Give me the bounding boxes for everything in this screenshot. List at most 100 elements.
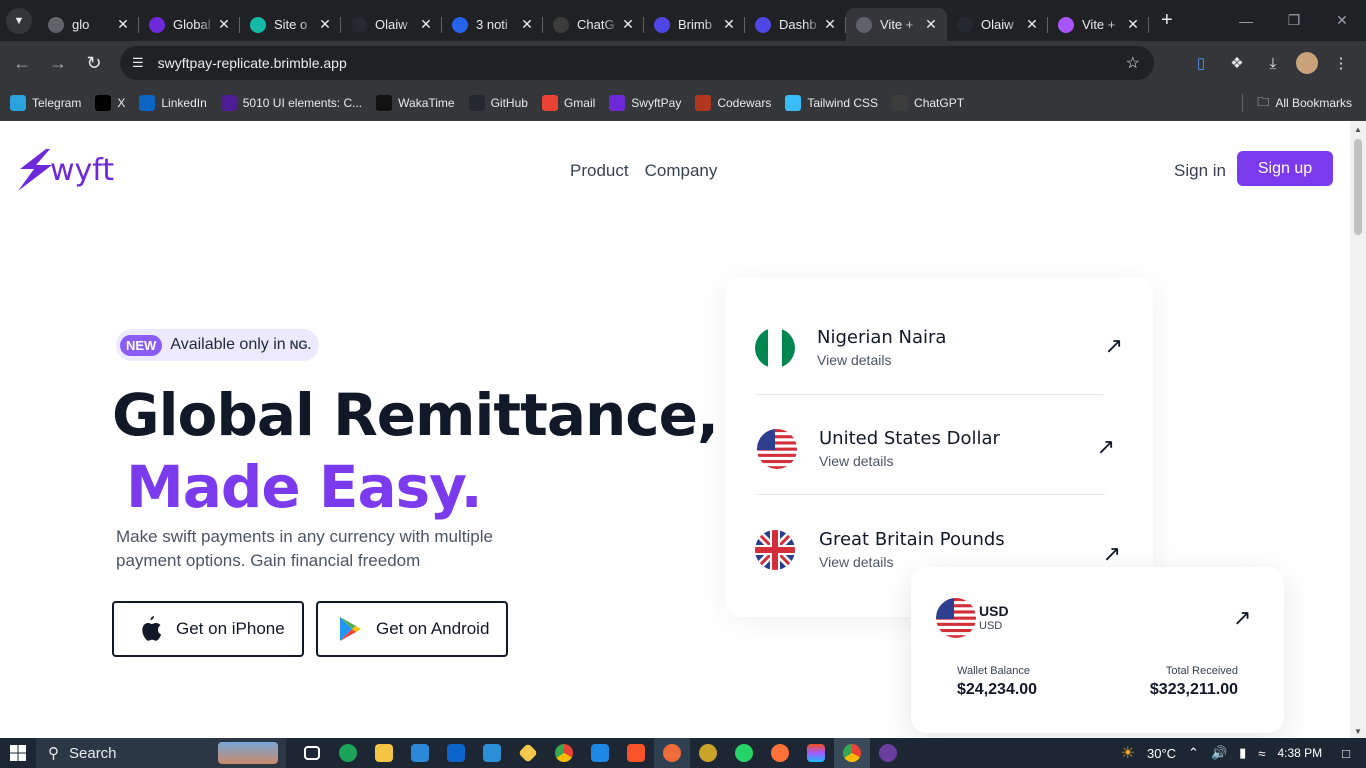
- bookmark-item[interactable]: ChatGPT: [892, 94, 964, 111]
- browser-tab[interactable]: Site o ✕: [240, 8, 341, 41]
- media-player-icon[interactable]: [870, 738, 906, 768]
- close-window-button[interactable]: ✕: [1318, 0, 1366, 41]
- nav-company[interactable]: Company: [645, 161, 718, 181]
- bookmark-item[interactable]: SwyftPay: [609, 94, 681, 111]
- tray-chevron-icon[interactable]: ⌃: [1188, 745, 1199, 761]
- extensions-puzzle-icon[interactable]: ❖: [1224, 46, 1250, 80]
- bookmark-item[interactable]: WakaTime: [376, 94, 455, 111]
- browser-tab[interactable]: 3 noti ✕: [442, 8, 543, 41]
- bookmark-item[interactable]: Telegram: [10, 94, 81, 111]
- browser-tab[interactable]: Vite + ✕: [846, 8, 947, 41]
- temperature[interactable]: 30°C: [1147, 746, 1176, 761]
- vscode-icon[interactable]: [582, 738, 618, 768]
- close-tab-icon[interactable]: ✕: [1125, 16, 1141, 33]
- address-bar[interactable]: ☰ swyftpay-replicate.brimble.app ☆: [120, 46, 1154, 80]
- scrollbar-thumb[interactable]: [1354, 139, 1362, 235]
- reload-button[interactable]: ↻: [76, 45, 112, 81]
- scroll-up-arrow[interactable]: ▲: [1354, 125, 1362, 134]
- close-tab-icon[interactable]: ✕: [721, 16, 737, 33]
- get-on-android-button[interactable]: Get on Android: [316, 601, 508, 657]
- currency-item-usd[interactable]: United States Dollar View details ↗: [757, 428, 1117, 469]
- download-icon[interactable]: ⤓: [1260, 46, 1286, 80]
- profile-avatar[interactable]: [1296, 52, 1318, 74]
- minimize-button[interactable]: —: [1222, 0, 1270, 41]
- battery-icon[interactable]: ▮: [1239, 745, 1246, 761]
- close-tab-icon[interactable]: ✕: [519, 16, 535, 33]
- browser-tab[interactable]: Brimb ✕: [644, 8, 745, 41]
- file-explorer-icon[interactable]: [366, 738, 402, 768]
- postman-icon[interactable]: [654, 738, 690, 768]
- whatsapp-icon[interactable]: [726, 738, 762, 768]
- todo-icon[interactable]: [474, 738, 510, 768]
- bookmark-item[interactable]: 5010 UI elements: C...: [220, 94, 362, 111]
- all-bookmarks-button[interactable]: 🗀 All Bookmarks: [1242, 85, 1352, 121]
- bookmark-item[interactable]: Gmail: [541, 94, 595, 111]
- signin-link[interactable]: Sign in: [1174, 161, 1226, 181]
- figma-icon[interactable]: [798, 738, 834, 768]
- arrow-up-right-icon[interactable]: ↗: [1097, 434, 1115, 460]
- volume-icon[interactable]: 🔊: [1211, 745, 1227, 761]
- browser-tab[interactable]: Olaiw ✕: [947, 8, 1048, 41]
- close-tab-icon[interactable]: ✕: [620, 16, 636, 33]
- store-icon[interactable]: [402, 738, 438, 768]
- site-info-icon[interactable]: ☰: [132, 55, 144, 71]
- bookmark-item[interactable]: LinkedIn: [139, 94, 207, 111]
- back-button[interactable]: ←: [4, 45, 40, 81]
- page-scrollbar[interactable]: ▲ ▼: [1350, 121, 1366, 738]
- arrow-up-right-icon[interactable]: ↗: [1103, 541, 1121, 567]
- wallet-card[interactable]: USD USD ↗ Wallet Balance $24,234.00 Tota…: [911, 567, 1284, 733]
- task-view-icon[interactable]: [294, 738, 330, 768]
- nav-product[interactable]: Product: [570, 161, 629, 181]
- signup-button[interactable]: Sign up: [1237, 151, 1333, 186]
- close-tab-icon[interactable]: ✕: [822, 16, 838, 33]
- mail-icon[interactable]: [438, 738, 474, 768]
- notifications-icon[interactable]: □: [1342, 746, 1350, 761]
- usa-flag-icon: [757, 428, 797, 469]
- weather-icon[interactable]: ☀: [1121, 743, 1135, 763]
- forward-button[interactable]: →: [40, 45, 76, 81]
- edge-icon[interactable]: [330, 738, 366, 768]
- bookmark-item[interactable]: Codewars: [695, 94, 771, 111]
- swyft-logo[interactable]: wyft: [16, 147, 114, 193]
- bookmark-star-icon[interactable]: ☆: [1126, 53, 1140, 73]
- close-tab-icon[interactable]: ✕: [216, 16, 232, 33]
- git-icon[interactable]: [510, 738, 546, 768]
- arrow-up-right-icon[interactable]: ↗: [1233, 605, 1251, 631]
- currency-item-gbp[interactable]: Great Britain Pounds View details ↗: [755, 529, 1121, 570]
- bookmark-item[interactable]: GitHub: [468, 94, 528, 111]
- arrow-up-right-icon[interactable]: ↗: [1105, 333, 1123, 359]
- close-tab-icon[interactable]: ✕: [923, 16, 939, 33]
- view-details-link[interactable]: View details: [819, 453, 1000, 469]
- extension-doc-icon[interactable]: ▯: [1188, 46, 1214, 80]
- menu-kebab-icon[interactable]: ⋮: [1328, 46, 1354, 80]
- view-details-link[interactable]: View details: [817, 352, 946, 368]
- windows-start-icon[interactable]: [0, 745, 36, 761]
- restore-button[interactable]: ❐: [1270, 0, 1318, 41]
- tab-search-button[interactable]: ▼: [6, 7, 32, 34]
- currency-item-ngn[interactable]: Nigerian Naira View details ↗: [755, 327, 1123, 368]
- browser-tab[interactable]: Olaiw ✕: [341, 8, 442, 41]
- tab-title: Site o: [274, 17, 308, 32]
- close-tab-icon[interactable]: ✕: [418, 16, 434, 33]
- close-tab-icon[interactable]: ✕: [115, 16, 131, 33]
- browser-tab[interactable]: glo ✕: [38, 8, 139, 41]
- chrome-active-icon[interactable]: [834, 738, 870, 768]
- bookmark-item[interactable]: Tailwind CSS: [785, 94, 878, 111]
- clock-time[interactable]: 4:38 PM: [1277, 746, 1322, 760]
- scroll-down-arrow[interactable]: ▼: [1354, 727, 1362, 736]
- browser-tab[interactable]: Global ✕: [139, 8, 240, 41]
- aladdin-icon[interactable]: [690, 738, 726, 768]
- close-tab-icon[interactable]: ✕: [1024, 16, 1040, 33]
- browser-tab[interactable]: Dashb ✕: [745, 8, 846, 41]
- chrome-icon[interactable]: [546, 738, 582, 768]
- new-tab-button[interactable]: +: [1161, 9, 1173, 32]
- taskbar-search[interactable]: ⚲ Search: [36, 738, 286, 768]
- browser-tab[interactable]: Vite + ✕: [1048, 8, 1149, 41]
- close-tab-icon[interactable]: ✕: [317, 16, 333, 33]
- firefox-icon[interactable]: [762, 738, 798, 768]
- browser-tab[interactable]: ChatG ✕: [543, 8, 644, 41]
- wifi-icon[interactable]: ≈: [1258, 746, 1265, 761]
- brave-icon[interactable]: [618, 738, 654, 768]
- bookmark-item[interactable]: X: [95, 94, 125, 111]
- get-on-iphone-button[interactable]: Get on iPhone: [112, 601, 304, 657]
